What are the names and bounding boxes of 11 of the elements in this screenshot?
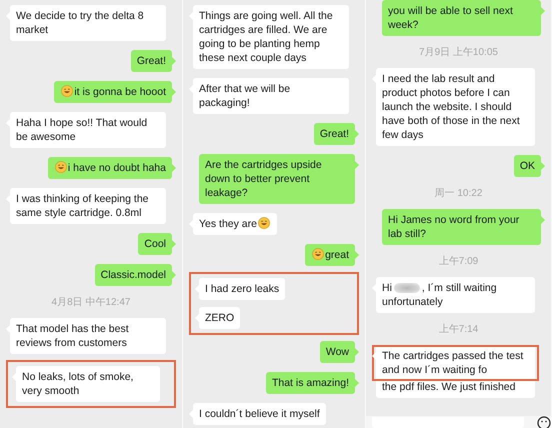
- message-text: Yes they are: [199, 218, 257, 230]
- timestamp: 7月9日 上午10:05: [419, 46, 498, 59]
- message-text: i have no doubt haha: [68, 162, 166, 174]
- message-text: great: [325, 249, 349, 261]
- message-text: it is gonna be hooot: [74, 86, 166, 98]
- emoji-button-icon[interactable]: [537, 416, 551, 428]
- timestamp: 上午7:09: [438, 254, 478, 268]
- message-text: the pdf files. We just finished: [382, 380, 516, 394]
- timestamp: 周一 10:22: [434, 187, 482, 200]
- timestamp: 上午7:14: [438, 322, 478, 336]
- timestamp: 4月8日 中午12:47: [52, 296, 130, 309]
